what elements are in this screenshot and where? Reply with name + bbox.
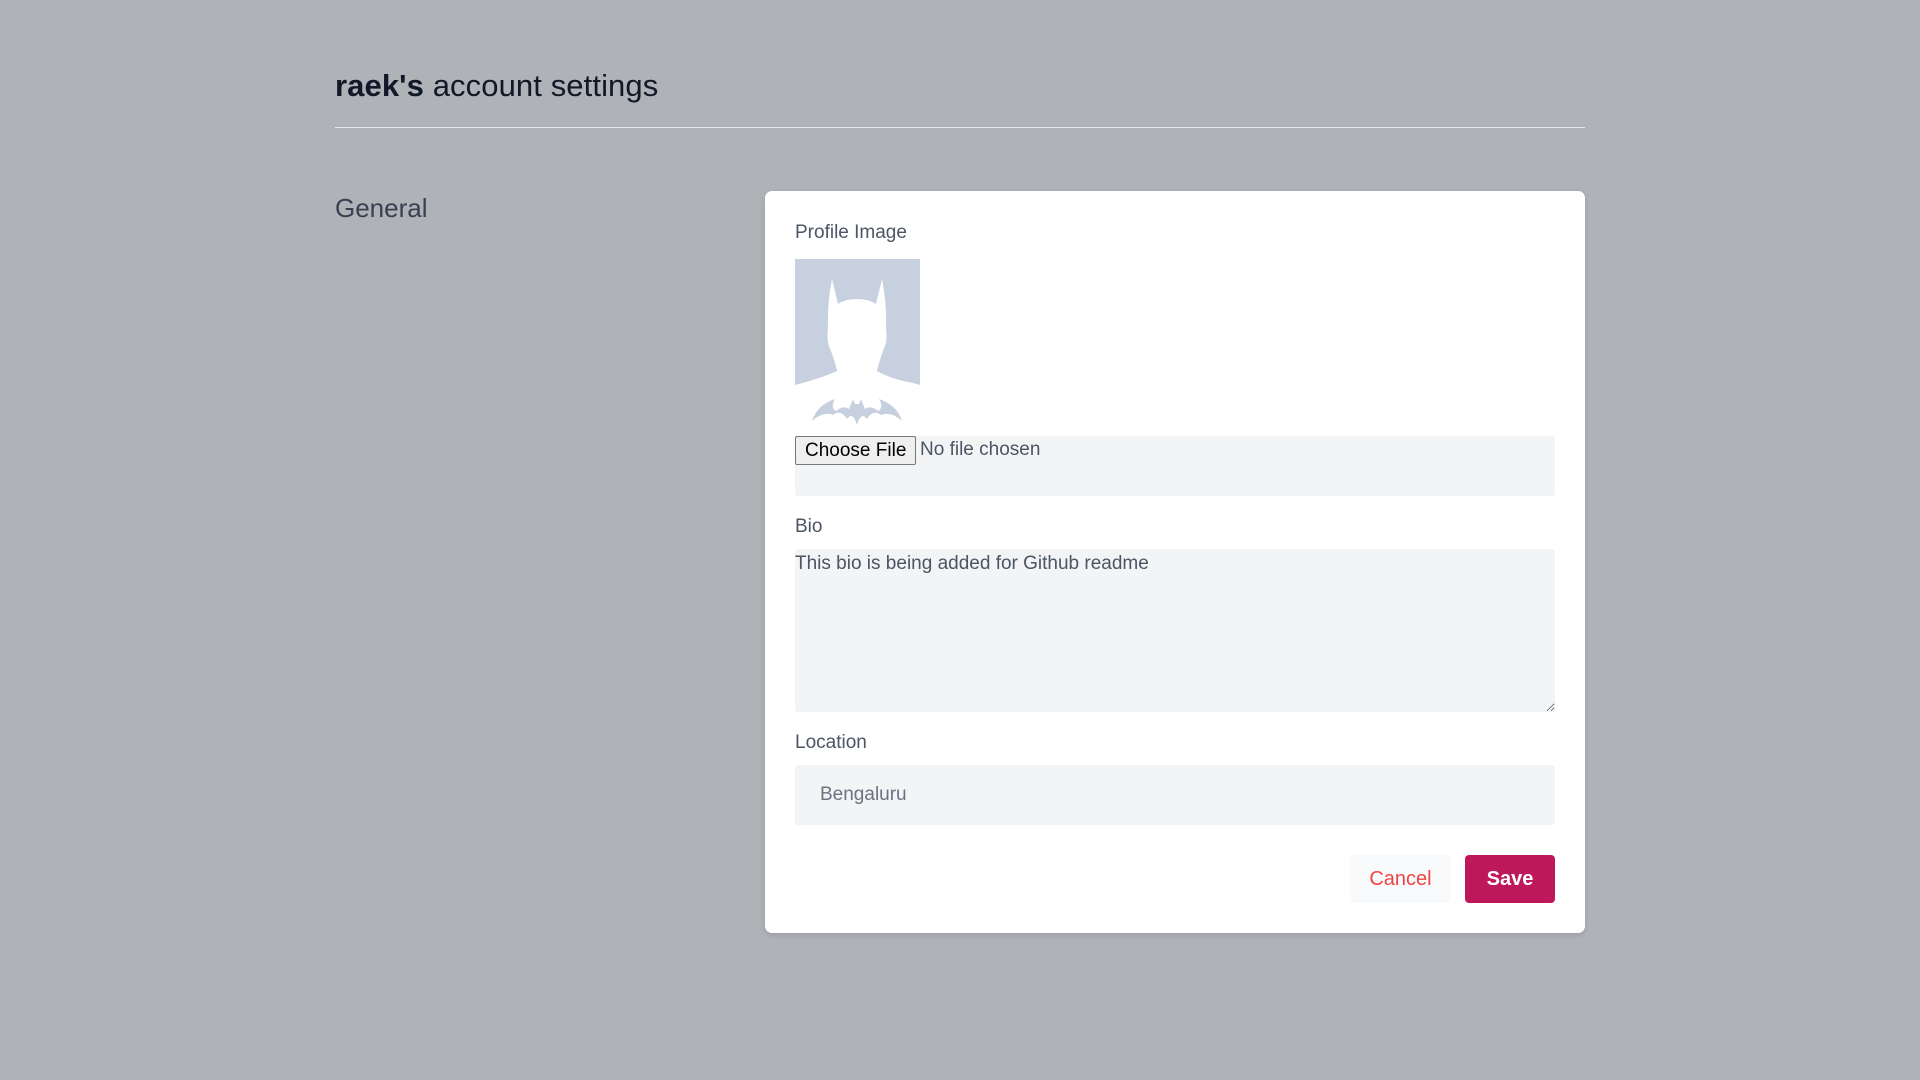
- save-button[interactable]: Save: [1465, 855, 1555, 903]
- batman-silhouette-icon: [795, 259, 920, 425]
- location-input[interactable]: [795, 765, 1555, 825]
- file-status-text: No file chosen: [920, 439, 1041, 460]
- profile-avatar: [795, 259, 920, 425]
- settings-card: Profile Image Choose File No file chosen…: [765, 191, 1585, 933]
- username: raek's: [335, 68, 424, 103]
- page-title: raek's account settings: [335, 62, 1585, 110]
- title-suffix: account settings: [424, 68, 659, 103]
- bio-label: Bio: [795, 516, 823, 537]
- header-divider: [335, 127, 1585, 128]
- section-title-general: General: [335, 193, 428, 223]
- profile-image-label: Profile Image: [795, 222, 907, 243]
- settings-page: raek's account settings General Profile …: [0, 0, 1920, 1080]
- cancel-button[interactable]: Cancel: [1350, 855, 1451, 903]
- bio-textarea[interactable]: This bio is being added for Github readm…: [795, 549, 1555, 712]
- file-upload-field: Choose File No file chosen: [795, 436, 1555, 496]
- choose-file-button[interactable]: Choose File: [795, 436, 917, 465]
- location-label: Location: [795, 732, 867, 753]
- page-header: raek's account settings: [335, 62, 1585, 128]
